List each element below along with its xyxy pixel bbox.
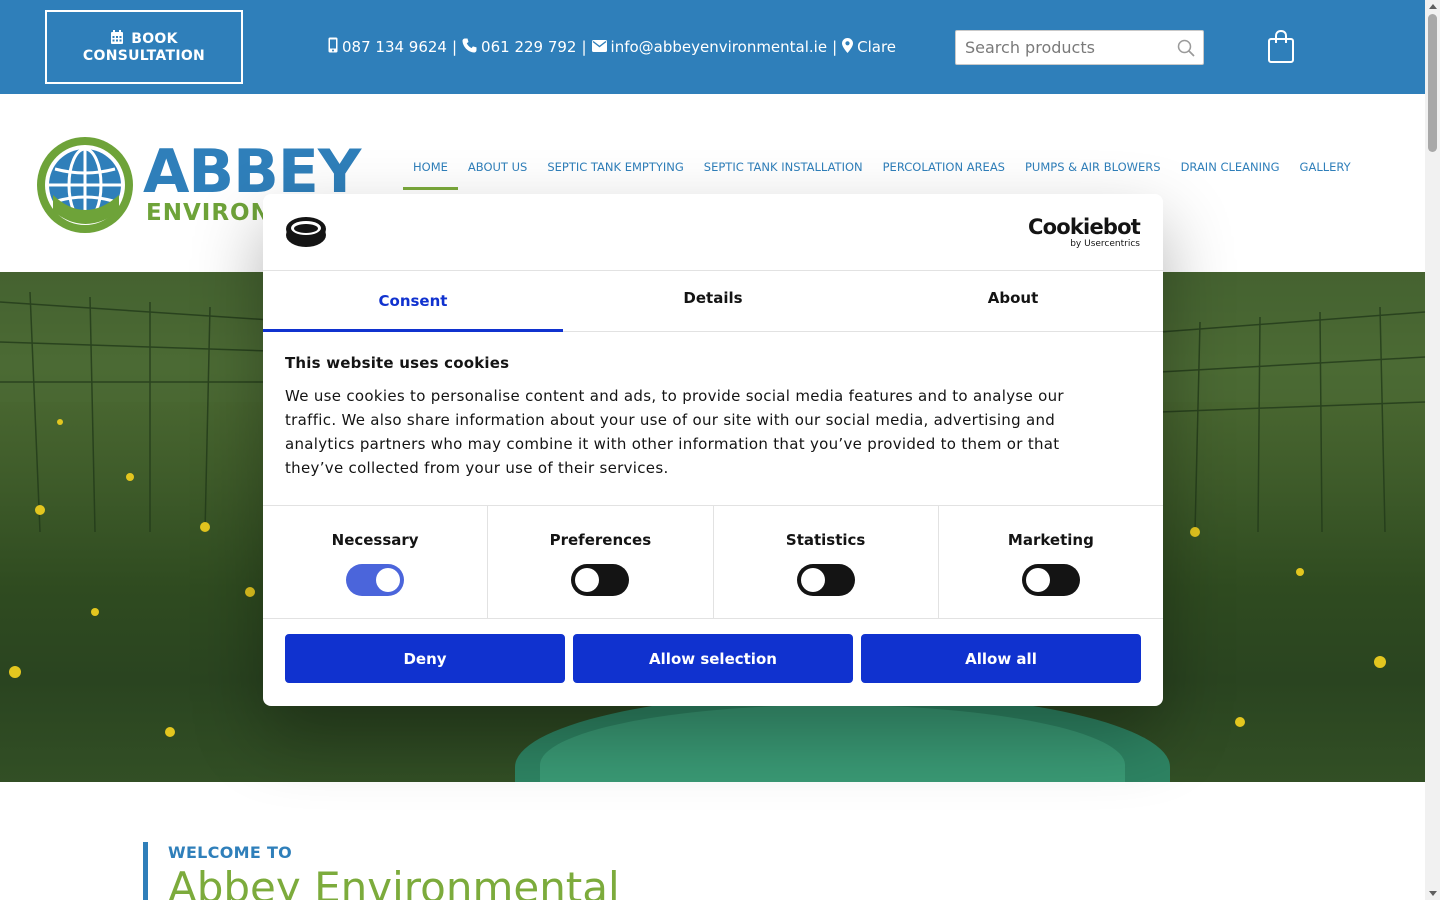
toggle-preferences: Preferences: [488, 506, 714, 618]
book-consultation-button[interactable]: BOOK CONSULTATION: [45, 10, 243, 84]
welcome-title: Abbey Environmental: [168, 863, 620, 900]
nav-item-percolation-areas[interactable]: PERCOLATION AREAS: [873, 152, 1015, 190]
page-scrollbar[interactable]: [1425, 0, 1440, 900]
search-icon[interactable]: [1177, 39, 1195, 61]
nav-item-pumps-air-blowers[interactable]: PUMPS & AIR BLOWERS: [1015, 152, 1171, 190]
deny-button[interactable]: Deny: [285, 634, 565, 683]
cookiebot-name: Cookiebot: [1028, 215, 1141, 239]
scroll-up-icon[interactable]: [1429, 4, 1437, 9]
nav-item-drain-cleaning[interactable]: DRAIN CLEANING: [1171, 152, 1290, 190]
envelope-icon: [591, 38, 607, 56]
toggle-label: Statistics: [785, 531, 866, 549]
dialog-body: This website uses cookies We use cookies…: [285, 354, 1105, 480]
allow-selection-button[interactable]: Allow selection: [573, 634, 853, 683]
phone-number-link[interactable]: 061 229 792: [481, 38, 576, 56]
tab-details[interactable]: Details: [563, 272, 863, 331]
statistics-switch[interactable]: [796, 564, 855, 596]
toggle-label: Marketing: [1007, 531, 1094, 549]
consent-toggles: Necessary Preferences Statistics Marketi…: [263, 505, 1163, 619]
consultation-label: CONSULTATION: [82, 48, 206, 64]
dialog-heading: This website uses cookies: [285, 354, 510, 372]
map-marker-icon: [842, 37, 854, 57]
toggle-label: Preferences: [549, 531, 652, 549]
marketing-switch[interactable]: [1021, 564, 1080, 596]
scroll-down-icon[interactable]: [1429, 891, 1437, 896]
scrollbar-thumb[interactable]: [1428, 14, 1437, 152]
mobile-phone-icon: [328, 37, 338, 57]
toggle-marketing: Marketing: [939, 506, 1163, 618]
switch-knob: [575, 568, 600, 592]
nav-item-gallery[interactable]: GALLERY: [1290, 152, 1361, 190]
separator: |: [832, 38, 838, 56]
separator: |: [451, 38, 458, 56]
welcome-kicker: WELCOME TO: [168, 843, 293, 862]
separator: |: [581, 38, 587, 56]
top-bar: BOOK CONSULTATION 087 134 9624 | 061 229…: [0, 0, 1425, 94]
tab-about[interactable]: About: [863, 272, 1163, 331]
nav-item-septic-tank-installation[interactable]: SEPTIC TANK INSTALLATION: [694, 152, 873, 190]
cookie-consent-dialog: Cookiebot by Usercentrics Consent Detail…: [263, 194, 1163, 706]
dialog-tabs: Consent Details About: [263, 272, 1163, 332]
mobile-number-link[interactable]: 087 134 9624: [342, 38, 447, 56]
toggle-label: Necessary: [331, 531, 419, 549]
nav-item-home[interactable]: HOME: [403, 152, 458, 190]
phone-icon: [462, 38, 477, 57]
welcome-section: WELCOME TO Abbey Environmental: [143, 842, 843, 900]
allow-all-button[interactable]: Allow all: [861, 634, 1141, 683]
cookiebot-logo[interactable]: Cookiebot by Usercentrics: [1028, 215, 1141, 249]
book-label: BOOK: [131, 31, 178, 47]
preferences-switch[interactable]: [571, 564, 630, 596]
shopping-bag-icon[interactable]: [1266, 29, 1296, 64]
nav-item-about-us[interactable]: ABOUT US: [458, 152, 537, 190]
dialog-header: Cookiebot by Usercentrics: [263, 194, 1163, 271]
switch-knob: [800, 568, 825, 592]
dialog-actions: Deny Allow selection Allow all: [285, 634, 1141, 683]
search-input[interactable]: [956, 31, 1171, 64]
product-search: [955, 30, 1204, 65]
dialog-description: We use cookies to personalise content an…: [285, 387, 1064, 477]
necessary-switch[interactable]: [346, 564, 405, 596]
tab-consent[interactable]: Consent: [263, 272, 563, 332]
switch-knob: [1025, 568, 1050, 592]
cookiebot-cookie-icon: [285, 216, 327, 248]
main-nav: HOME ABOUT US SEPTIC TANK EMPTYING SEPTI…: [403, 152, 1361, 190]
switch-knob: [376, 568, 401, 592]
cookiebot-byline: by Usercentrics: [1070, 239, 1140, 249]
contact-info: 087 134 9624 | 061 229 792 | info@abbeye…: [328, 36, 896, 58]
nav-item-septic-tank-emptying[interactable]: SEPTIC TANK EMPTYING: [537, 152, 693, 190]
toggle-statistics: Statistics: [714, 506, 939, 618]
page: BOOK CONSULTATION 087 134 9624 | 061 229…: [0, 0, 1440, 900]
toggle-necessary: Necessary: [263, 506, 489, 618]
location-label: Clare: [857, 38, 897, 56]
email-link[interactable]: info@abbeyenvironmental.ie: [611, 38, 828, 56]
calendar-icon: [110, 30, 124, 49]
